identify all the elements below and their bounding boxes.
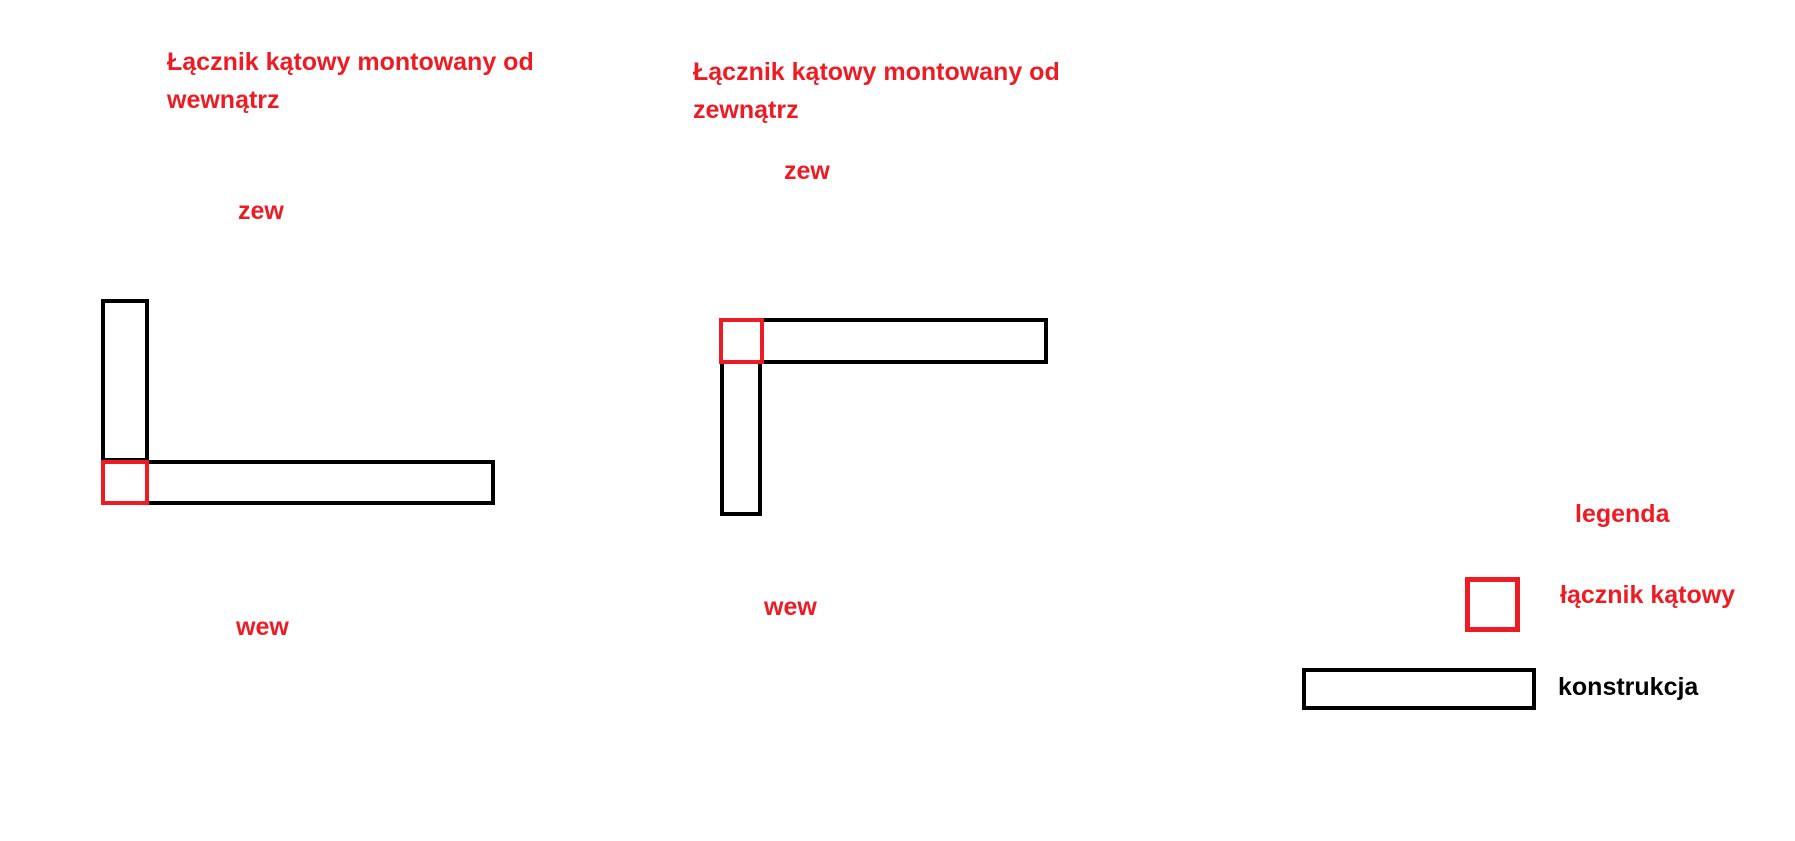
left-diagram-title-line2: wewnątrz (167, 86, 280, 114)
left-horizontal-beam (145, 460, 495, 505)
right-diagram-label-outside: zew (784, 157, 830, 185)
right-vertical-beam (720, 360, 762, 516)
legend-connector-label: łącznik kątowy (1560, 581, 1736, 609)
left-vertical-beam (101, 299, 149, 462)
left-diagram-label-outside: zew (238, 197, 284, 225)
right-diagram-title-line1: Łącznik kątowy montowany od (693, 58, 1060, 86)
left-diagram-label-inside: wew (236, 613, 289, 641)
left-corner-connector (101, 460, 149, 505)
right-diagram-title-line2: zewnątrz (693, 96, 799, 124)
right-diagram-label-inside: wew (764, 593, 817, 621)
legend-connector-swatch (1465, 577, 1520, 632)
legend-title: legenda (1575, 500, 1670, 528)
right-corner-connector (719, 318, 764, 364)
right-horizontal-beam (760, 318, 1048, 364)
left-diagram-title-line1: Łącznik kątowy montowany od (167, 48, 534, 76)
legend-construction-swatch (1302, 668, 1536, 710)
legend-construction-label: konstrukcja (1558, 673, 1699, 701)
